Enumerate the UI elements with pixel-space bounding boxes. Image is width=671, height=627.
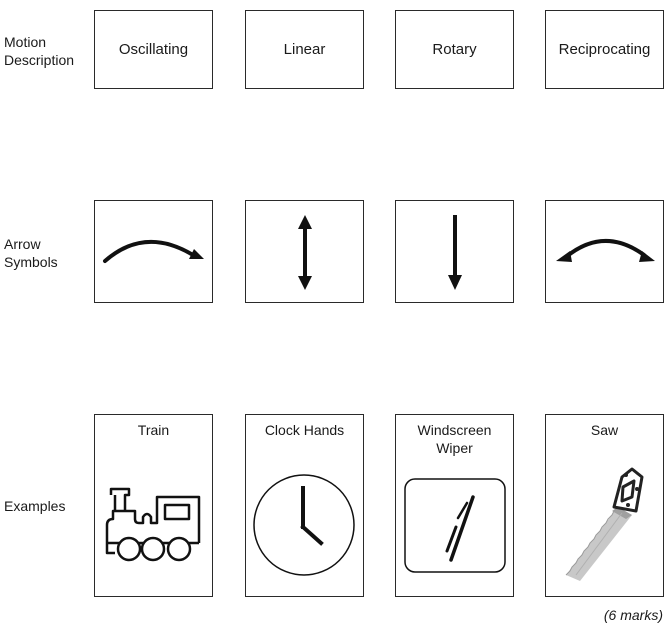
arrow-box-2[interactable] [245, 200, 364, 303]
windscreen-wiper-icon [404, 478, 506, 573]
description-label: Reciprocating [558, 41, 651, 58]
arrow-box-4[interactable] [545, 200, 664, 303]
arrow-box-3[interactable] [395, 200, 514, 303]
row-label-line: Arrow [4, 236, 41, 252]
example-box-saw[interactable]: Saw [545, 414, 664, 597]
row-label-arrow-symbols: Arrow Symbols [4, 235, 58, 271]
marks-label: (6 marks) [603, 607, 663, 623]
row-label-examples: Examples [4, 498, 66, 514]
row-label-line: Description [4, 52, 75, 68]
description-label: Rotary [432, 41, 477, 58]
downward-arrow-icon [448, 215, 462, 290]
curved-arrow-right-icon [103, 239, 204, 263]
description-box-rotary[interactable]: Rotary [395, 10, 514, 89]
double-headed-curved-arrow-icon [556, 239, 655, 262]
description-box-oscillating[interactable]: Oscillating [94, 10, 213, 89]
description-label: Linear [283, 41, 326, 58]
description-box-reciprocating[interactable]: Reciprocating [545, 10, 664, 89]
example-box-train[interactable]: Train [94, 414, 213, 597]
row-label-line: Motion [4, 34, 47, 50]
description-box-linear[interactable]: Linear [245, 10, 364, 89]
example-box-clock-hands[interactable]: Clock Hands [245, 414, 364, 597]
example-box-windscreen-wiper[interactable]: Windscreen Wiper [395, 414, 514, 597]
saw-icon [565, 467, 644, 581]
row-label-motion-description: Motion Description [4, 33, 74, 69]
clock-icon [253, 474, 355, 576]
description-label: Oscillating [118, 41, 189, 58]
steam-train-icon [105, 487, 201, 562]
row-label-line: Symbols [4, 254, 58, 270]
arrow-box-1[interactable] [94, 200, 213, 303]
double-headed-vertical-arrow-icon [298, 215, 312, 290]
